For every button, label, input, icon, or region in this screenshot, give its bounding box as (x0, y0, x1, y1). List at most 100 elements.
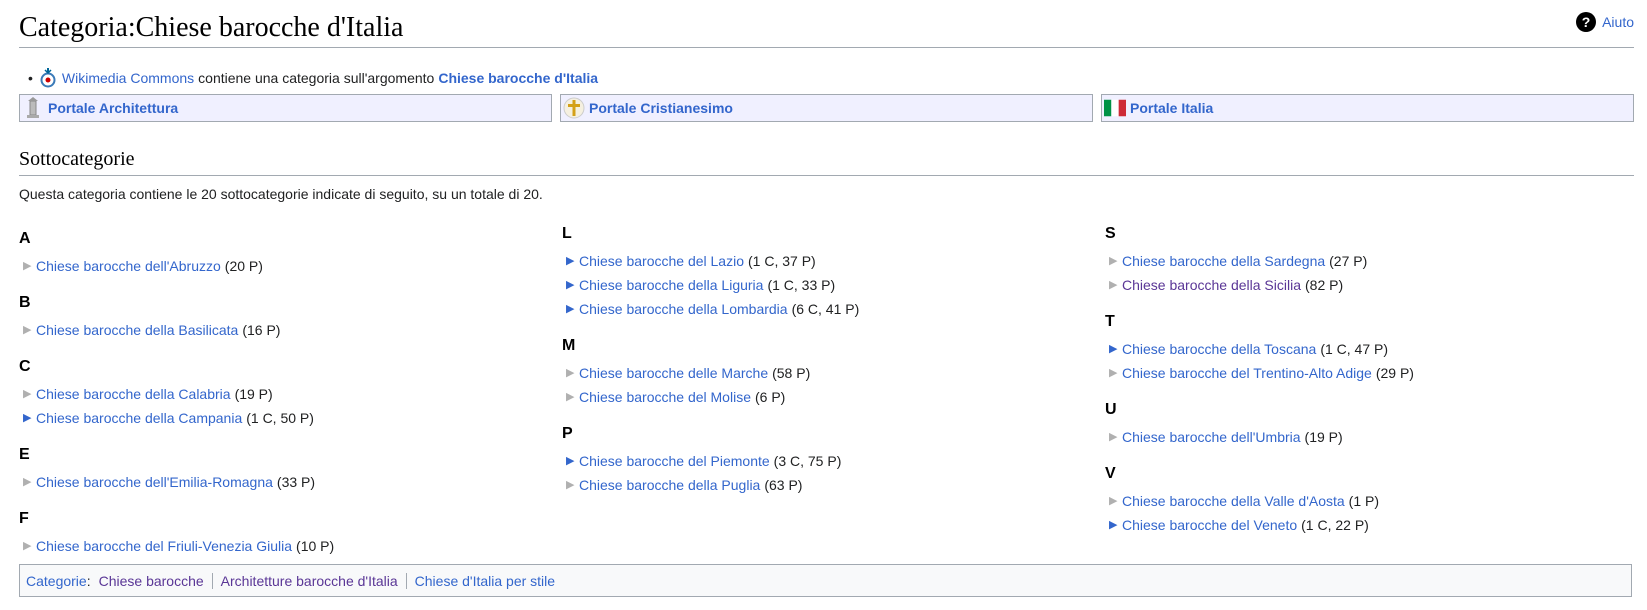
group-letter: E (19, 446, 30, 463)
subcategory-link[interactable]: Chiese barocche della Toscana (1122, 337, 1316, 361)
subcategory-link[interactable]: Chiese barocche del Friuli-Venezia Giuli… (36, 534, 292, 558)
subcategory-item: ▶ Chiese barocche dell'Umbria (19 P) (1105, 425, 1625, 449)
commons-link[interactable]: Wikimedia Commons (62, 70, 194, 86)
subcategory-group: F ▶ Chiese barocche del Friuli-Venezia Giu… (19, 508, 539, 558)
subcategory-count: (33 P) (276, 474, 316, 490)
help-label[interactable]: Aiuto (1602, 14, 1634, 30)
subcategory-item: ▶ Chiese barocche del Friuli-Venezia Giul… (19, 534, 539, 558)
subcategory-item: ▶ Chiese barocche della Campania (1 C, 50 … (19, 406, 539, 430)
subcategory-count: (27 P) (1329, 253, 1368, 269)
group-letter: S (1105, 225, 1116, 242)
expand-triangle-icon[interactable]: ▶ (562, 449, 579, 473)
subcategory-link[interactable]: Chiese barocche del Veneto (1122, 513, 1297, 537)
empty-triangle-icon: ▶ (23, 476, 32, 488)
category-link[interactable]: Chiese d'Italia per stile (415, 573, 555, 589)
empty-triangle-icon: ▶ (1109, 367, 1118, 379)
group-letter: T (1105, 313, 1115, 330)
subcategory-link[interactable]: Chiese barocche del Molise (579, 385, 751, 409)
subcategory-item: ▶ Chiese barocche del Veneto (1 C, 22 P) (1105, 513, 1625, 537)
group-letter: F (19, 510, 29, 527)
subcategory-count: (1 C, 33 P) (767, 277, 836, 293)
subcategory-count: (1 C, 50 P) (246, 410, 314, 426)
subcategory-link[interactable]: Chiese barocche delle Marche (579, 361, 768, 385)
categories-label-link[interactable]: Categorie (26, 573, 87, 589)
subcategory-count: (1 C, 47 P) (1320, 341, 1389, 357)
subcategory-group: C ▶ Chiese barocche della Calabria (19 P) ▶ C… (19, 356, 539, 430)
expand-triangle-icon[interactable]: ▶ (1105, 513, 1122, 537)
empty-triangle-icon: ▶ (566, 479, 575, 491)
categories-colon: : (86, 572, 91, 589)
portal-2[interactable]: Portale Cristianesimo (560, 94, 1093, 122)
expand-triangle-icon[interactable]: ▶ (19, 406, 36, 430)
subcategory-count: (19 P) (234, 386, 273, 402)
subcategory-item: ▶ Chiese barocche del Molise (6 P) (562, 385, 1082, 409)
subcategory-group: V ▶ Chiese barocche della Valle d'Aosta (1 … (1105, 463, 1625, 537)
subcategory-count: (6 P) (754, 389, 786, 405)
subcategory-item: ▶ Chiese barocche della Basilicata (16 P) (19, 318, 539, 342)
commons-text: contiene una categoria sull'argomento (198, 70, 435, 86)
subcategory-count: (19 P) (1304, 429, 1343, 445)
subcategory-link[interactable]: Chiese barocche dell'Umbria (1122, 425, 1301, 449)
italy-flag-icon (1104, 97, 1126, 119)
help-icon[interactable]: ? (1576, 12, 1597, 32)
subcategory-item: ▶ Chiese barocche della Liguria (1 C, 33 P… (562, 273, 1082, 297)
expand-triangle-icon[interactable]: ▶ (1105, 337, 1122, 361)
category-link[interactable]: Architetture barocche d'Italia (221, 573, 398, 589)
subcategory-count: (1 C, 22 P) (1301, 517, 1369, 533)
group-letter: U (1105, 401, 1117, 418)
category-link[interactable]: Chiese barocche (99, 573, 204, 589)
subcategory-group: E ▶ Chiese barocche dell'Emilia-Romagna (33… (19, 444, 539, 494)
subcategory-link[interactable]: Chiese barocche della Puglia (579, 473, 760, 497)
portal-link[interactable]: Portale Cristianesimo (589, 100, 733, 116)
expand-triangle-icon[interactable]: ▶ (562, 273, 579, 297)
empty-triangle-icon: ▶ (566, 391, 575, 403)
subcategory-count: (1 C, 37 P) (748, 253, 816, 269)
subcategory-link[interactable]: Chiese barocche dell'Abruzzo (36, 254, 221, 278)
subcategory-item: ▶ Chiese barocche del Piemonte (3 C, 75 P) (562, 449, 1082, 473)
subcategory-link[interactable]: Chiese barocche dell'Emilia-Romagna (36, 470, 273, 494)
subcategory-group: S ▶ Chiese barocche della Sardegna (27 P) ▶ C… (1105, 223, 1625, 297)
subcategory-link[interactable]: Chiese barocche della Valle d'Aosta (1122, 489, 1345, 513)
subcategory-item: ▶ Chiese barocche dell'Emilia-Romagna (33 … (19, 470, 539, 494)
subcategories-divider (19, 175, 1634, 176)
subcategory-item: ▶ Chiese barocche dell'Abruzzo (20 P) (19, 254, 539, 278)
empty-triangle-icon: ▶ (1109, 255, 1118, 267)
category-links-bar: Categorie: Chiese barocche Architetture ba… (19, 564, 1632, 597)
subcategory-link[interactable]: Chiese barocche del Lazio (579, 249, 744, 273)
subcategory-link[interactable]: Chiese barocche della Liguria (579, 273, 763, 297)
group-letter: P (562, 425, 573, 442)
expand-triangle-icon[interactable]: ▶ (562, 297, 579, 321)
subcategory-link[interactable]: Chiese barocche della Sardegna (1122, 249, 1325, 273)
subcategory-link[interactable]: Chiese barocche della Sicilia (1122, 273, 1301, 297)
subcategory-link[interactable]: Chiese barocche della Basilicata (36, 318, 238, 342)
commons-category-link[interactable]: Chiese barocche d'Italia (438, 70, 598, 86)
category-separator (211, 572, 213, 589)
category-separator (405, 572, 407, 589)
group-letter: A (19, 230, 31, 247)
portal-3[interactable]: Portale Italia (1101, 94, 1634, 122)
subcategory-link[interactable]: Chiese barocche del Piemonte (579, 449, 770, 473)
subcategory-count: (6 C, 41 P) (791, 301, 860, 317)
subcategory-item: ▶ Chiese barocche del Lazio (1 C, 37 P) (562, 249, 1082, 273)
subcategories-heading: Sottocategorie (19, 148, 135, 170)
portal-link[interactable]: Portale Architettura (48, 100, 178, 116)
subcategory-item: ▶ Chiese barocche della Sicilia (82 P) (1105, 273, 1625, 297)
subcategory-count: (10 P) (296, 538, 335, 554)
empty-triangle-icon: ▶ (1109, 279, 1118, 291)
subcategory-link[interactable]: Chiese barocche del Trentino-Alto Adige (1122, 361, 1372, 385)
subcategory-count: (58 P) (772, 365, 811, 381)
expand-triangle-icon[interactable]: ▶ (562, 249, 579, 273)
wikimedia-commons-icon (40, 68, 56, 88)
subcategory-count: (3 C, 75 P) (773, 453, 842, 469)
subcategory-link[interactable]: Chiese barocche della Lombardia (579, 297, 788, 321)
portal-link[interactable]: Portale Italia (1130, 100, 1213, 116)
portal-bar: Portale Architettura Portale Cristianesim… (19, 94, 1634, 122)
subcategory-item: ▶ Chiese barocche della Puglia (63 P) (562, 473, 1082, 497)
help-link[interactable]: ? Aiuto (1576, 12, 1634, 32)
subcategory-link[interactable]: Chiese barocche della Campania (36, 406, 242, 430)
portal-1[interactable]: Portale Architettura (19, 94, 552, 122)
group-letter: V (1105, 465, 1116, 482)
subcategory-link[interactable]: Chiese barocche della Calabria (36, 382, 231, 406)
subcategory-column-1: A ▶ Chiese barocche dell'Abruzzo (20 P) B ▶ Ch… (19, 228, 539, 572)
title-divider (19, 47, 1634, 48)
